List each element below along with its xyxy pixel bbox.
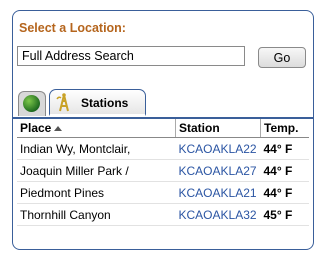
place-cell: Piedmont Pines (17, 181, 176, 204)
place-cell: Thornhill Canyon (17, 203, 176, 226)
column-header-place[interactable]: Place (17, 119, 176, 138)
temperature-cell: 44° F (260, 181, 309, 204)
temperature-cell: 44° F (260, 137, 309, 160)
column-header-station[interactable]: Station (175, 119, 261, 138)
globe-icon (23, 95, 40, 112)
address-search-input[interactable] (17, 46, 245, 66)
station-link[interactable]: KCAOAKLA27 (175, 159, 261, 182)
place-cell: Indian Wy, Montclair, (17, 137, 176, 160)
table-header-row: Place Station Temp. (17, 119, 309, 138)
table-row[interactable]: Indian Wy, Montclair, KCAOAKLA22 44° F (17, 137, 309, 160)
sort-ascending-icon (54, 126, 63, 132)
station-link[interactable]: KCAOAKLA22 (175, 137, 261, 160)
temperature-cell: 44° F (260, 159, 309, 182)
go-button[interactable]: Go (258, 47, 306, 68)
station-link[interactable]: KCAOAKLA21 (175, 181, 261, 204)
table-row[interactable]: Joaquin Miller Park / KCAOAKLA27 44° F (17, 159, 309, 182)
temperature-cell: 45° F (260, 203, 309, 226)
column-header-temp[interactable]: Temp. (260, 119, 309, 138)
table-row[interactable]: Thornhill Canyon KCAOAKLA32 45° F (17, 203, 309, 226)
column-header-place-label: Place (20, 121, 52, 135)
weather-station-icon (56, 93, 69, 112)
tab-map[interactable] (18, 91, 46, 116)
station-link[interactable]: KCAOAKLA32 (175, 203, 261, 226)
tab-stations[interactable]: Stations (49, 89, 146, 116)
stations-table: Place Station Temp. Indian Wy, Montclair… (17, 119, 309, 226)
tab-bar: Stations (13, 89, 313, 119)
location-panel: Select a Location: Go Stations Place Sta… (12, 10, 314, 250)
tab-stations-label: Stations (81, 96, 129, 110)
panel-title: Select a Location: (19, 21, 126, 35)
table-row[interactable]: Piedmont Pines KCAOAKLA21 44° F (17, 181, 309, 204)
place-cell: Joaquin Miller Park / (17, 159, 176, 182)
